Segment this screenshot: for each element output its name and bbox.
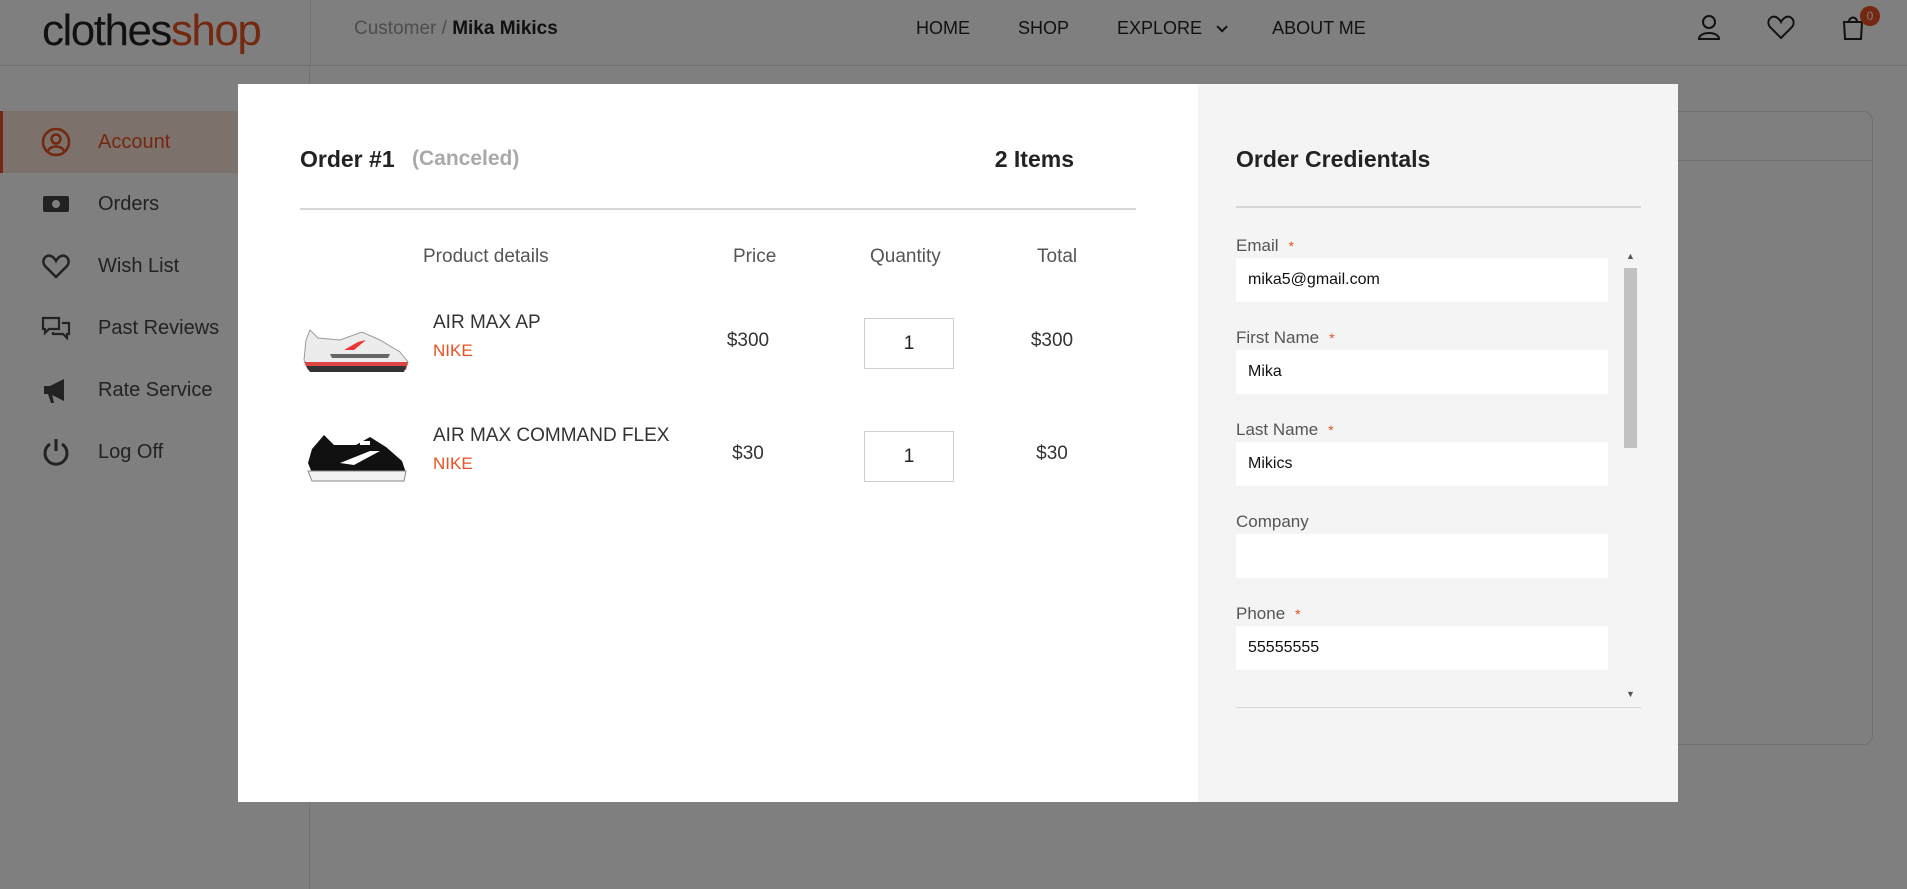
quantity-input[interactable] (864, 318, 954, 369)
order-item-row: AIR MAX COMMAND FLEX NIKE $30 $30 (300, 419, 1136, 509)
required-mark: * (1329, 330, 1335, 346)
credentials-divider (1236, 206, 1641, 208)
product-name[interactable]: AIR MAX AP (433, 312, 541, 334)
quantity-input[interactable] (864, 431, 954, 482)
product-total: $300 (1030, 330, 1074, 351)
order-credentials-pane: Order Credientals Email * First Name * Las… (1198, 84, 1678, 802)
first-name-label: First Name * (1236, 328, 1335, 348)
order-status: (Canceled) (412, 147, 520, 170)
required-mark: * (1328, 422, 1334, 438)
email-label: Email * (1236, 236, 1294, 256)
credentials-title: Order Credientals (1236, 146, 1431, 172)
company-label: Company (1236, 512, 1309, 532)
field-label-text: First Name (1236, 328, 1320, 347)
credentials-form[interactable]: Email * First Name * Last Name * Company Ph… (1236, 236, 1641, 708)
field-label-text: Company (1236, 512, 1309, 531)
column-header-price: Price (733, 246, 777, 267)
product-image-air-max-ap[interactable] (300, 310, 412, 382)
form-scrollbar-thumb[interactable] (1624, 268, 1637, 448)
product-price: $30 (732, 443, 764, 464)
order-details-modal: Order #1 (Canceled) 2 Items Product deta… (238, 84, 1678, 802)
first-name-field[interactable] (1236, 350, 1608, 394)
company-field[interactable] (1236, 534, 1608, 578)
product-image-air-max-command-flex[interactable] (300, 423, 412, 495)
field-label-text: Last Name (1236, 420, 1319, 439)
scroll-down-arrow[interactable]: ▼ (1624, 688, 1637, 700)
order-item-row: AIR MAX AP NIKE $300 $300 (300, 306, 1136, 396)
product-price: $300 (726, 330, 770, 351)
product-name[interactable]: AIR MAX COMMAND FLEX (433, 425, 669, 447)
required-mark: * (1295, 606, 1301, 622)
order-title: Order #1 (300, 146, 395, 172)
product-total: $30 (1036, 443, 1068, 464)
column-header-product: Product details (423, 246, 549, 267)
column-header-quantity: Quantity (870, 246, 941, 267)
last-name-label: Last Name * (1236, 420, 1334, 440)
column-header-total: Total (1037, 246, 1078, 267)
phone-field[interactable] (1236, 626, 1608, 670)
phone-label: Phone * (1236, 604, 1301, 624)
product-brand[interactable]: NIKE (433, 341, 473, 361)
required-mark: * (1288, 238, 1294, 254)
order-divider (300, 208, 1136, 210)
scroll-up-arrow[interactable]: ▲ (1624, 250, 1637, 262)
email-field[interactable] (1236, 258, 1608, 302)
last-name-field[interactable] (1236, 442, 1608, 486)
items-count: 2 Items (994, 146, 1074, 172)
order-items-pane: Order #1 (Canceled) 2 Items Product deta… (238, 84, 1198, 802)
product-brand[interactable]: NIKE (433, 454, 473, 474)
field-label-text: Phone (1236, 604, 1286, 623)
field-label-text: Email (1236, 236, 1279, 255)
